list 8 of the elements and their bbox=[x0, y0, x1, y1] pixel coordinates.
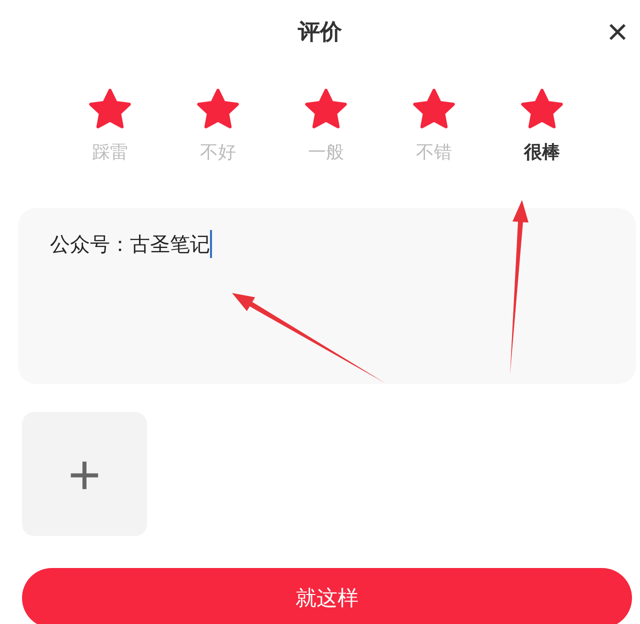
review-field[interactable]: 公众号：古圣笔记 bbox=[18, 208, 636, 384]
add-photo-button[interactable]: + bbox=[22, 412, 147, 536]
close-button[interactable]: × bbox=[602, 14, 632, 50]
review-text: 公众号：古圣笔记 bbox=[50, 231, 210, 258]
text-cursor bbox=[210, 230, 212, 258]
submit-button[interactable]: 就这样 bbox=[22, 568, 632, 624]
dialog-title: 评价 bbox=[296, 19, 343, 47]
rating-label[interactable]: 很棒 bbox=[524, 140, 560, 164]
